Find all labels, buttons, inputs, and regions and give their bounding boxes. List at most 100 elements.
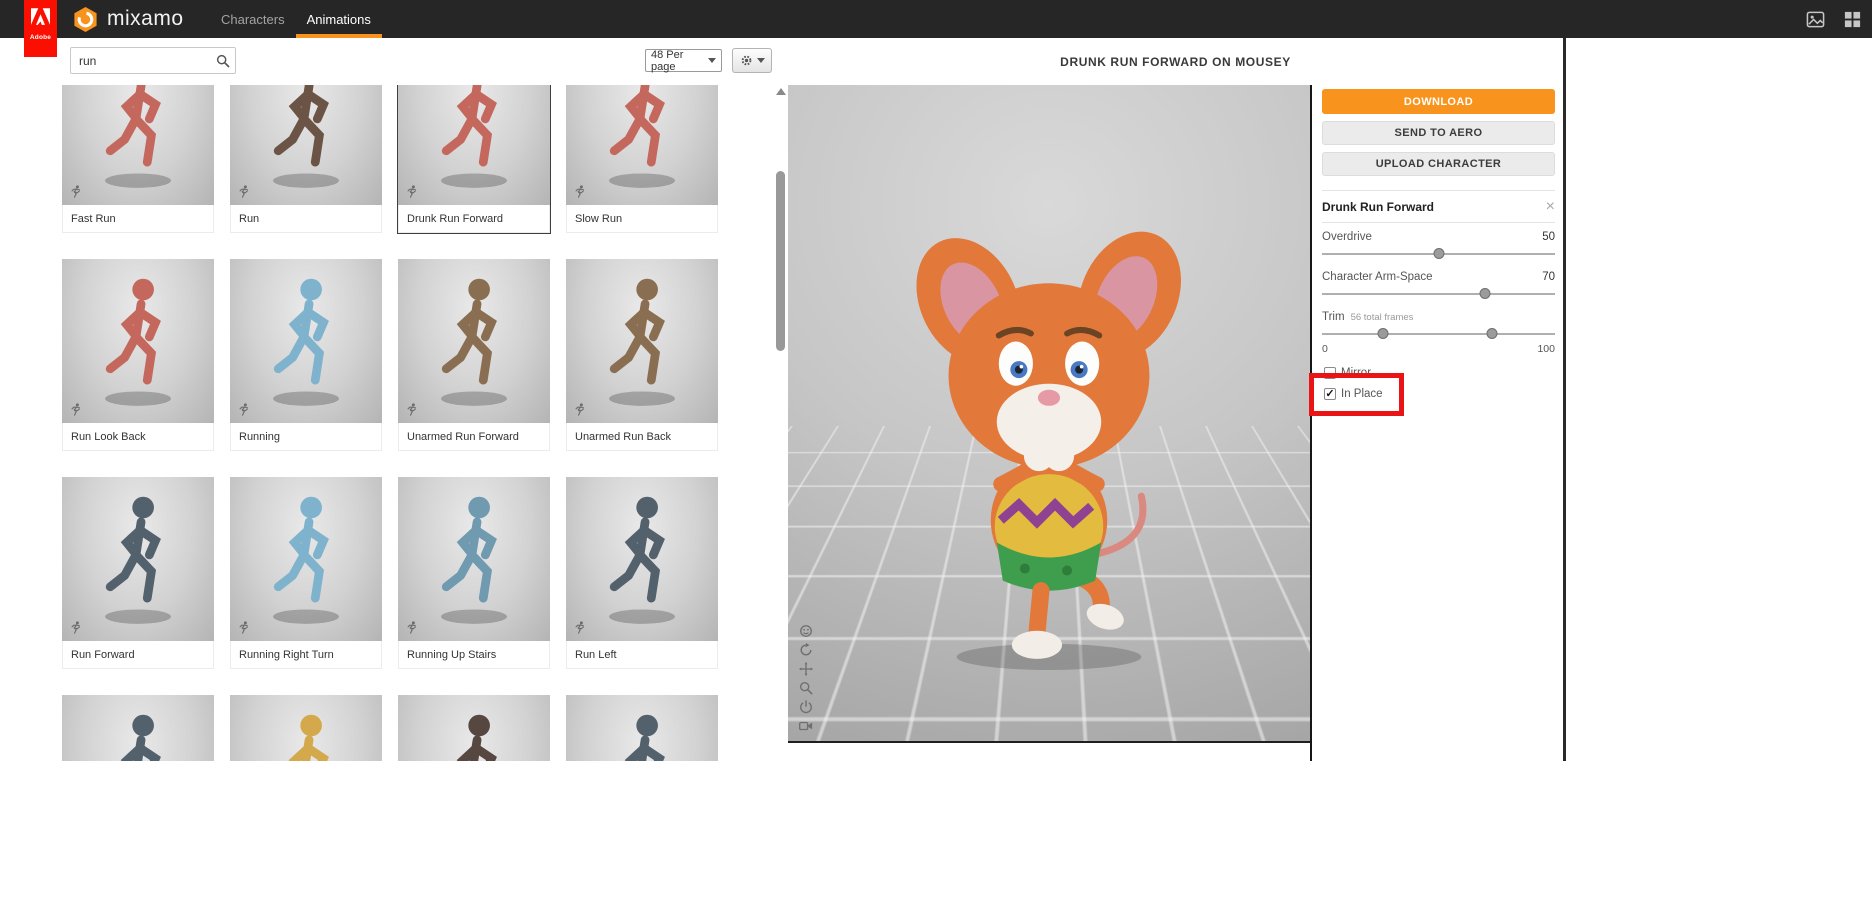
animation-thumbnail[interactable]: [398, 695, 550, 761]
animation-thumbnail[interactable]: [230, 259, 382, 423]
animation-thumbnail[interactable]: [230, 85, 382, 205]
character-render: [288, 714, 329, 761]
arm-space-handle[interactable]: [1479, 288, 1491, 299]
animation-thumbnail[interactable]: [230, 695, 382, 761]
trim-control: Trim 56 total frames 0 100: [1322, 311, 1555, 355]
animation-card[interactable]: Run Forward: [62, 477, 214, 669]
animations-library-panel: 48 Per page Fast Run Run Drunk Run Forwa…: [0, 38, 788, 761]
animation-settings-panel: Drunk Run Forward × Overdrive 50 Charact…: [1322, 190, 1555, 400]
animation-card[interactable]: Running Right Turn: [230, 477, 382, 669]
animation-card[interactable]: Slow Run: [566, 85, 718, 233]
animation-thumbnail[interactable]: [62, 695, 214, 761]
trim-slider[interactable]: [1322, 327, 1555, 341]
scroll-up-arrow[interactable]: [776, 88, 786, 95]
arm-space-control: Character Arm-Space 70: [1322, 271, 1555, 301]
assets-icon[interactable]: [1806, 10, 1825, 29]
animation-card[interactable]: Run Look Back: [62, 259, 214, 451]
chevron-down-icon: [708, 58, 716, 67]
character-render: [120, 714, 161, 761]
close-icon[interactable]: ×: [1546, 199, 1555, 215]
animation-card[interactable]: Run: [230, 85, 382, 233]
trim-end-handle[interactable]: [1486, 328, 1498, 339]
animation-thumbnail[interactable]: [566, 259, 718, 423]
adobe-mark-icon: [31, 8, 50, 25]
animation-card[interactable]: Unarmed Run Forward: [398, 259, 550, 451]
animation-card[interactable]: [566, 695, 718, 761]
overdrive-control: Overdrive 50: [1322, 231, 1555, 261]
animation-thumbnail[interactable]: [566, 85, 718, 205]
trim-track: [1322, 333, 1555, 335]
search-icon[interactable]: [216, 54, 230, 68]
character-render: [609, 278, 675, 406]
arm-space-label: Character Arm-Space: [1322, 271, 1433, 283]
animation-type-icon: [575, 621, 585, 634]
animation-card-label: Running Up Stairs: [398, 641, 550, 669]
apps-icon[interactable]: [1843, 10, 1862, 29]
animation-thumbnail[interactable]: [566, 477, 718, 641]
animation-card[interactable]: Run Left: [566, 477, 718, 669]
animation-card[interactable]: [398, 695, 550, 761]
animation-card[interactable]: Unarmed Run Back: [566, 259, 718, 451]
screen: mixamo Characters Animations Adobe run 4…: [0, 0, 1872, 909]
trim-min: 0: [1322, 343, 1328, 355]
adobe-logo[interactable]: Adobe: [24, 0, 57, 57]
scrollbar[interactable]: [775, 85, 787, 761]
trim-max: 100: [1537, 343, 1555, 355]
character-render: [441, 496, 507, 624]
animation-thumbnail[interactable]: [230, 477, 382, 641]
download-button[interactable]: DOWNLOAD: [1322, 89, 1555, 114]
animation-thumbnail[interactable]: [566, 695, 718, 761]
arm-space-value: 70: [1542, 271, 1555, 283]
search-input[interactable]: [71, 48, 211, 73]
animation-thumbnail[interactable]: [62, 477, 214, 641]
animation-thumbnail[interactable]: [62, 259, 214, 423]
tab-animations[interactable]: Animations: [296, 0, 382, 38]
zoom-icon[interactable]: [799, 681, 813, 695]
animation-type-icon: [239, 403, 249, 416]
chevron-down-icon: [756, 58, 765, 67]
character-mousey: [916, 231, 1181, 670]
panel-header: Drunk Run Forward ×: [1322, 199, 1555, 223]
animation-card-label: Run Look Back: [62, 423, 214, 451]
animation-card[interactable]: Fast Run: [62, 85, 214, 233]
animation-card[interactable]: Running: [230, 259, 382, 451]
settings-button[interactable]: [732, 48, 772, 73]
mirror-checkbox[interactable]: Mirror: [1324, 367, 1555, 379]
camera-icon[interactable]: [799, 719, 813, 733]
animation-card[interactable]: [62, 695, 214, 761]
mixamo-logo[interactable]: mixamo: [72, 0, 184, 38]
in-place-checkbox[interactable]: In Place: [1324, 388, 1555, 400]
trim-start-handle[interactable]: [1377, 328, 1389, 339]
animation-card[interactable]: Running Up Stairs: [398, 477, 550, 669]
animation-thumbnail[interactable]: [398, 85, 550, 205]
arm-space-slider[interactable]: [1322, 287, 1555, 301]
overdrive-handle[interactable]: [1433, 248, 1444, 259]
character-render: [273, 278, 339, 406]
animation-thumbnail[interactable]: [398, 259, 550, 423]
main-nav: Characters Animations: [210, 0, 382, 38]
per-page-select[interactable]: 48 Per page: [645, 49, 722, 73]
tab-characters[interactable]: Characters: [210, 0, 296, 38]
face-icon[interactable]: [799, 624, 813, 638]
animation-card-label: Fast Run: [62, 205, 214, 233]
animation-thumbnail[interactable]: [62, 85, 214, 205]
upload-character-button[interactable]: UPLOAD CHARACTER: [1322, 152, 1555, 176]
overdrive-slider[interactable]: [1322, 247, 1555, 261]
search-box: [70, 47, 236, 74]
character-render: [441, 278, 507, 406]
mirror-checkbox-box[interactable]: [1324, 367, 1336, 379]
animation-grid: Fast Run Run Drunk Run Forward Slow Run …: [62, 85, 772, 761]
in-place-label: In Place: [1341, 388, 1383, 400]
in-place-checkbox-box[interactable]: [1324, 388, 1336, 400]
viewport-3d[interactable]: [788, 85, 1310, 743]
animation-card[interactable]: Drunk Run Forward: [398, 85, 550, 233]
animation-thumbnail[interactable]: [398, 477, 550, 641]
animation-card[interactable]: [230, 695, 382, 761]
orbit-icon[interactable]: [799, 643, 813, 657]
reset-icon[interactable]: [799, 700, 813, 714]
send-to-aero-button[interactable]: SEND TO AERO: [1322, 121, 1555, 145]
animation-card-label: Running: [230, 423, 382, 451]
pan-icon[interactable]: [799, 662, 813, 676]
scrollbar-thumb[interactable]: [776, 171, 785, 351]
trim-frames-note: 56 total frames: [1350, 312, 1414, 323]
